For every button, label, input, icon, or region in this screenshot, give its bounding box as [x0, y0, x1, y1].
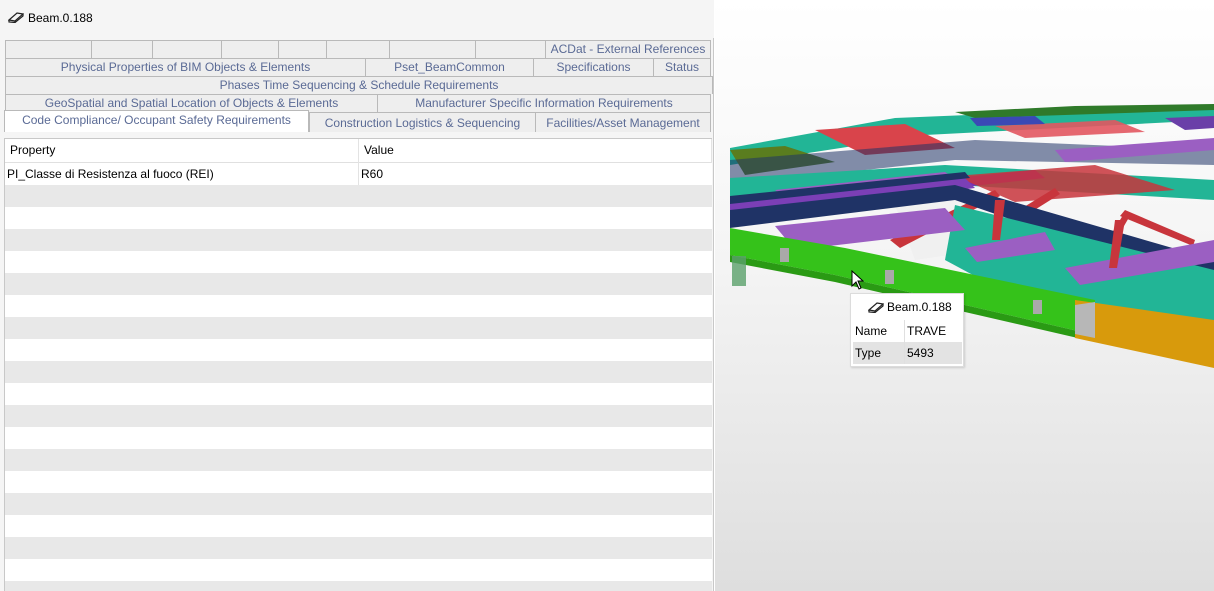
- object-tooltip: Beam.0.188 Name TRAVE Type 5493: [850, 293, 964, 367]
- tab-blank-5[interactable]: [278, 40, 327, 58]
- empty-table-row: [5, 295, 712, 317]
- empty-table-row: [5, 493, 712, 515]
- property-cell: PI_Classe di Resistenza al fuoco (REI): [5, 163, 359, 185]
- tab-blank-4[interactable]: [221, 40, 279, 58]
- tab-manufacturer-specific[interactable]: Manufacturer Specific Information Requir…: [377, 94, 711, 112]
- tab-construction-logistics[interactable]: Construction Logistics & Sequencing: [309, 112, 536, 132]
- tab-code-compliance[interactable]: Code Compliance/ Occupant Safety Require…: [4, 110, 309, 132]
- tooltip-value: TRAVE: [907, 324, 947, 338]
- tooltip-key: Type: [855, 342, 905, 364]
- tab-blank-8[interactable]: [475, 40, 546, 58]
- empty-table-row: [5, 185, 712, 207]
- 3d-viewport[interactable]: [715, 0, 1214, 591]
- property-table: Property Value PI_Classe di Resistenza a…: [4, 138, 712, 591]
- empty-table-row: [5, 317, 712, 339]
- tab-blank-1[interactable]: [5, 40, 92, 58]
- tab-acdat-external-references[interactable]: ACDat - External References: [545, 40, 711, 58]
- tab-status[interactable]: Status: [653, 58, 711, 76]
- beam-icon: [868, 302, 884, 313]
- tooltip-key: Name: [855, 320, 905, 342]
- tab-blank-7[interactable]: [389, 40, 476, 58]
- table-row[interactable]: PI_Classe di Resistenza al fuoco (REI) R…: [5, 163, 712, 185]
- tab-phases-time-sequencing[interactable]: Phases Time Sequencing & Schedule Requir…: [5, 76, 713, 94]
- tooltip-title: Beam.0.188: [887, 300, 952, 314]
- table-header: Property Value: [5, 139, 712, 163]
- steel-structure-model[interactable]: [715, 0, 1214, 591]
- empty-table-row: [5, 559, 712, 581]
- beam-icon: [8, 12, 24, 23]
- tooltip-value: 5493: [907, 346, 934, 360]
- empty-table-row: [5, 251, 712, 273]
- empty-table-row: [5, 383, 712, 405]
- empty-table-row: [5, 361, 712, 383]
- panel-title: Beam.0.188: [28, 11, 93, 25]
- tooltip-row-type: Type 5493: [853, 342, 962, 364]
- empty-table-row: [5, 339, 712, 361]
- empty-table-row: [5, 537, 712, 559]
- panel-title-bar: Beam.0.188: [0, 0, 714, 38]
- tab-physical-properties[interactable]: Physical Properties of BIM Objects & Ele…: [5, 58, 366, 76]
- tab-blank-2[interactable]: [91, 40, 153, 58]
- empty-table-row: [5, 471, 712, 493]
- empty-table-row: [5, 207, 712, 229]
- empty-table-row: [5, 449, 712, 471]
- column-header-property[interactable]: Property: [5, 139, 359, 163]
- tab-blank-3[interactable]: [152, 40, 222, 58]
- tooltip-row-name: Name TRAVE: [853, 320, 962, 342]
- mouse-cursor-icon: [851, 270, 865, 290]
- empty-table-row: [5, 273, 712, 295]
- empty-table-row: [5, 581, 712, 591]
- tab-facilities-asset-management[interactable]: Facilities/Asset Management: [535, 112, 711, 132]
- empty-table-row: [5, 405, 712, 427]
- column-header-value[interactable]: Value: [359, 139, 712, 163]
- tab-pset-beamcommon[interactable]: Pset_BeamCommon: [365, 58, 534, 76]
- tab-blank-6[interactable]: [326, 40, 390, 58]
- empty-table-row: [5, 229, 712, 251]
- empty-table-row: [5, 515, 712, 537]
- empty-table-row: [5, 427, 712, 449]
- value-cell: R60: [361, 167, 384, 181]
- tab-specifications[interactable]: Specifications: [533, 58, 654, 76]
- properties-panel: Beam.0.188 ACDat - External References P…: [0, 0, 714, 591]
